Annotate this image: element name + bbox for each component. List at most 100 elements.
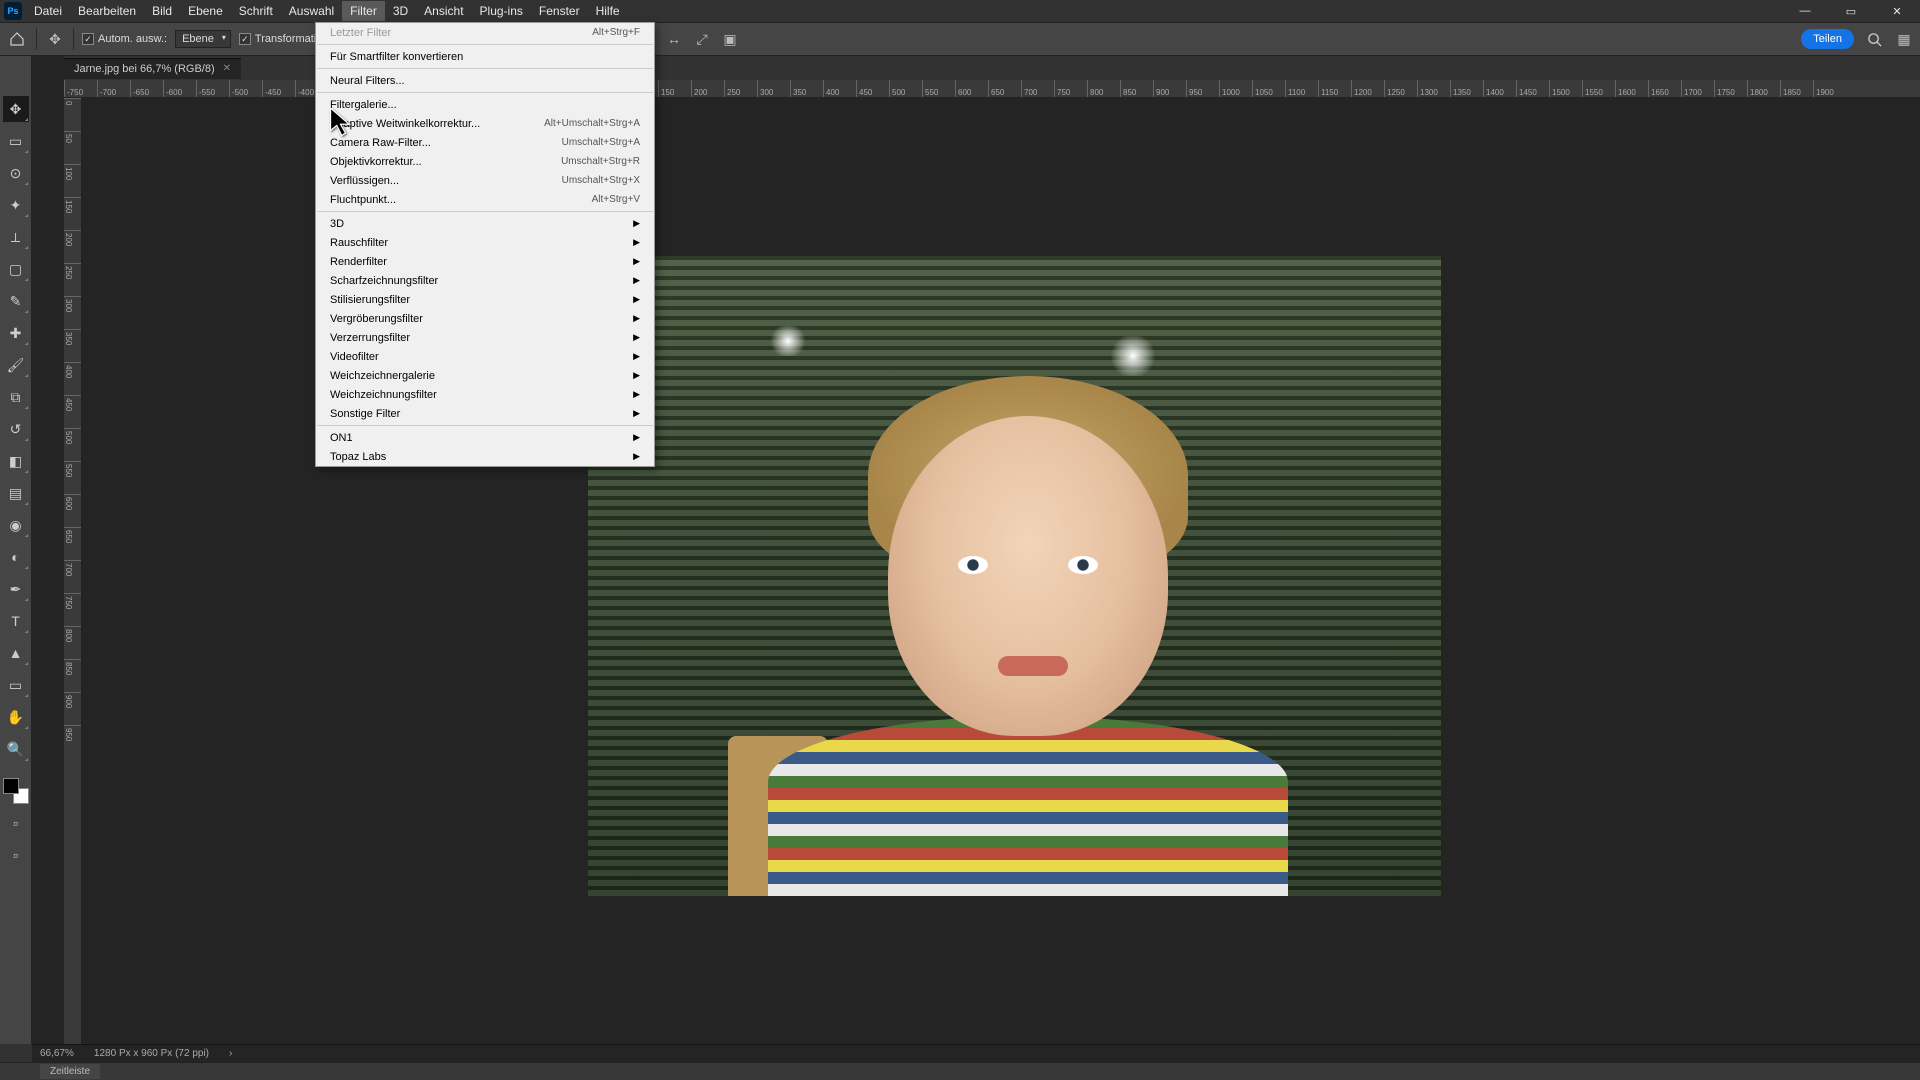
menu-item-weichzeichnungsfilter[interactable]: Weichzeichnungsfilter▶ [316, 385, 654, 404]
menu-item-neural-filters[interactable]: Neural Filters... [316, 71, 654, 90]
ruler-tick: 350 [64, 329, 81, 362]
auto-select-checkbox[interactable]: ✓ Autom. ausw.: [82, 33, 167, 45]
menu-bearbeiten[interactable]: Bearbeiten [70, 1, 144, 21]
menu-item-fluchtpunkt[interactable]: Fluchtpunkt...Alt+Strg+V [316, 190, 654, 209]
menu-item-rauschfilter[interactable]: Rauschfilter▶ [316, 233, 654, 252]
tool-type[interactable]: T [3, 608, 29, 634]
menu-ansicht[interactable]: Ansicht [416, 1, 471, 21]
move-tool-icon[interactable]: ✥ [45, 29, 65, 49]
menu-item-filtergalerie[interactable]: Filtergalerie... [316, 95, 654, 114]
document-image[interactable] [588, 256, 1441, 896]
tool-path-select[interactable]: ▲ [3, 640, 29, 666]
ruler-tick: 1700 [1681, 80, 1714, 97]
ruler-vertical[interactable]: 0501001502002503003504004505005506006507… [64, 98, 82, 1044]
close-tab-icon[interactable]: ✕ [223, 63, 231, 74]
slide-3d-icon[interactable]: ⤢ [692, 29, 712, 49]
menu-item-verzerrungsfilter[interactable]: Verzerrungsfilter▶ [316, 328, 654, 347]
menu-item-on1[interactable]: ON1▶ [316, 428, 654, 447]
tool-blur[interactable]: ◉ [3, 512, 29, 538]
menu-item-label: Weichzeichnungsfilter [330, 389, 437, 401]
ruler-tick: -450 [262, 80, 295, 97]
tool-frame[interactable]: ▢ [3, 256, 29, 282]
ruler-tick: 1550 [1582, 80, 1615, 97]
home-icon[interactable] [6, 28, 28, 50]
tool-dodge[interactable]: ◐ [3, 544, 29, 570]
menu-item-scharfzeichnungsfilter[interactable]: Scharfzeichnungsfilter▶ [316, 271, 654, 290]
maximize-button[interactable]: ▭ [1828, 0, 1874, 22]
menu-separator [317, 44, 653, 45]
menu-item-vergr-berungsfilter[interactable]: Vergröberungsfilter▶ [316, 309, 654, 328]
menu-item-topaz-labs[interactable]: Topaz Labs▶ [316, 447, 654, 466]
close-button[interactable]: ✕ [1874, 0, 1920, 22]
quick-mask-icon[interactable]: ▫ [3, 810, 29, 836]
menu-item-weichzeichnergalerie[interactable]: Weichzeichnergalerie▶ [316, 366, 654, 385]
dolly-3d-icon[interactable]: ↔ [664, 29, 684, 49]
menu-hilfe[interactable]: Hilfe [588, 1, 628, 21]
document-tab[interactable]: Jarne.jpg bei 66,7% (RGB/8) ✕ [64, 58, 241, 79]
menubar: DateiBearbeitenBildEbeneSchriftAuswahlFi… [26, 0, 628, 22]
color-swatches[interactable] [3, 778, 29, 804]
camera-3d-icon[interactable]: ▣ [720, 29, 740, 49]
ruler-tick: -700 [97, 80, 130, 97]
menu-item-sonstige-filter[interactable]: Sonstige Filter▶ [316, 404, 654, 423]
workspace-icon[interactable]: ▦ [1894, 29, 1914, 49]
menu-plug-ins[interactable]: Plug-ins [472, 1, 531, 21]
menu-3d[interactable]: 3D [385, 1, 416, 21]
menu-item-3d[interactable]: 3D▶ [316, 214, 654, 233]
tool-brush[interactable]: 🖌 [3, 352, 29, 378]
document-dimensions: 1280 Px x 960 Px (72 ppi) [94, 1048, 209, 1059]
menu-item-stilisierungsfilter[interactable]: Stilisierungsfilter▶ [316, 290, 654, 309]
menu-bild[interactable]: Bild [144, 1, 180, 21]
menu-separator [317, 425, 653, 426]
tool-history-brush[interactable]: ↺ [3, 416, 29, 442]
ruler-tick: 600 [64, 494, 81, 527]
menu-item-verfl-ssigen[interactable]: Verflüssigen...Umschalt+Strg+X [316, 171, 654, 190]
search-icon[interactable] [1864, 29, 1884, 49]
menu-datei[interactable]: Datei [26, 1, 70, 21]
tool-crop[interactable]: ⟂ [3, 224, 29, 250]
tool-lasso[interactable]: ⊙ [3, 160, 29, 186]
menu-item-camera-raw-filter[interactable]: Camera Raw-Filter...Umschalt+Strg+A [316, 133, 654, 152]
tool-eyedropper[interactable]: ✎ [3, 288, 29, 314]
menu-item-f-r-smartfilter-konvertieren[interactable]: Für Smartfilter konvertieren [316, 47, 654, 66]
submenu-arrow-icon: ▶ [633, 256, 640, 267]
tool-gradient[interactable]: ▤ [3, 480, 29, 506]
menu-ebene[interactable]: Ebene [180, 1, 231, 21]
tool-move[interactable]: ✥ [3, 96, 29, 122]
status-arrow-icon[interactable]: › [229, 1048, 232, 1059]
ruler-tick: 600 [955, 80, 988, 97]
timeline-tab[interactable]: Zeitleiste [40, 1064, 100, 1079]
screen-mode-icon[interactable]: ▫ [3, 842, 29, 868]
layer-dropdown[interactable]: Ebene [175, 30, 231, 48]
menu-item-objektivkorrektur[interactable]: Objektivkorrektur...Umschalt+Strg+R [316, 152, 654, 171]
share-button[interactable]: Teilen [1801, 29, 1854, 49]
auto-select-label: Autom. ausw.: [98, 33, 167, 45]
menu-item-adaptive-weitwinkelkorrektur[interactable]: Adaptive Weitwinkelkorrektur...Alt+Umsch… [316, 114, 654, 133]
tool-wand[interactable]: ✦ [3, 192, 29, 218]
menu-item-label: Topaz Labs [330, 451, 386, 463]
tool-hand[interactable]: ✋ [3, 704, 29, 730]
minimize-button[interactable]: — [1782, 0, 1828, 22]
tool-pen[interactable]: ✒ [3, 576, 29, 602]
menu-fenster[interactable]: Fenster [531, 1, 588, 21]
menu-schrift[interactable]: Schrift [231, 1, 281, 21]
menu-item-videofilter[interactable]: Videofilter▶ [316, 347, 654, 366]
tool-stamp[interactable]: ⧉ [3, 384, 29, 410]
tool-rectangle[interactable]: ▭ [3, 672, 29, 698]
tool-zoom[interactable]: 🔍 [3, 736, 29, 762]
main-area: ✥ ▭ ⊙ ✦ ⟂ ▢ ✎ ✚ 🖌 ⧉ ↺ ◧ ▤ ◉ ◐ ✒ T ▲ ▭ ✋ 🔍 ▫ ▫ Jarne.jpg bei 66… [0, 56, 1920, 1044]
submenu-arrow-icon: ▶ [633, 237, 640, 248]
ruler-tick: 1100 [1285, 80, 1318, 97]
tool-artboard[interactable]: ▭ [3, 128, 29, 154]
tool-eraser[interactable]: ◧ [3, 448, 29, 474]
menu-filter[interactable]: Filter [342, 1, 385, 21]
menu-auswahl[interactable]: Auswahl [281, 1, 342, 21]
tool-healing[interactable]: ✚ [3, 320, 29, 346]
menu-item-label: Neural Filters... [330, 75, 405, 87]
ruler-tick: 500 [64, 428, 81, 461]
menu-item-renderfilter[interactable]: Renderfilter▶ [316, 252, 654, 271]
zoom-level[interactable]: 66,67% [40, 1048, 74, 1059]
menu-item-label: Camera Raw-Filter... [330, 137, 431, 149]
ruler-tick: 150 [658, 80, 691, 97]
ruler-tick: 400 [64, 362, 81, 395]
